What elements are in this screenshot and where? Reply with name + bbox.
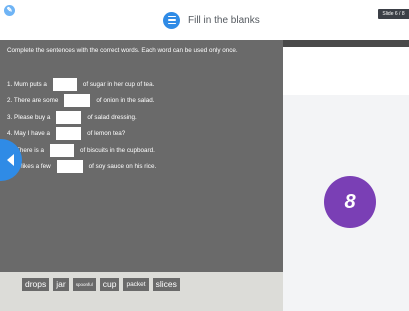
blank-input-2[interactable]: [64, 94, 91, 108]
sentence-after: of onion in the salad.: [96, 97, 155, 105]
sentence-4: 4. May I have a of lemon tea?: [7, 126, 156, 143]
instruction-text: Complete the sentences with the correct …: [7, 47, 238, 54]
word-chip-packet[interactable]: packet: [123, 278, 149, 291]
right-dark-strip: [283, 40, 409, 47]
slide-number-badge: 8: [324, 176, 376, 228]
blank-input-5[interactable]: [50, 143, 74, 157]
sentence-1: 1. Mum puts a of sugar in her cup of tea…: [7, 76, 156, 93]
word-chip-drops[interactable]: drops: [22, 278, 50, 291]
triangle-left-icon: [6, 154, 14, 166]
page-title: Fill in the blanks: [188, 14, 260, 26]
word-chip-cup[interactable]: cup: [99, 278, 120, 291]
blank-input-4[interactable]: [56, 127, 82, 141]
logo-icon[interactable]: ✎: [4, 5, 15, 16]
word-chip-slices[interactable]: slices: [152, 278, 180, 291]
blank-input-3[interactable]: [56, 110, 82, 124]
sentence-after: of salad dressing.: [87, 113, 137, 121]
sentence-5: There is a of biscuits in the cupboard.: [7, 142, 156, 159]
word-chip-spoonful[interactable]: spoonful: [72, 278, 96, 291]
sentence-before: 2. There are some: [7, 97, 59, 105]
sentence-before: 1. Mum puts a: [7, 80, 47, 88]
sentence-2: 2. There are some of onion in the salad.: [7, 93, 156, 110]
sentence-3: 3. Please buy a of salad dressing.: [7, 109, 156, 126]
sentence-6: d likes a few of soy sauce on his rice.: [7, 159, 156, 176]
sentence-before: 3. Please buy a: [7, 113, 51, 121]
sentence-after: of soy sauce on his rice.: [88, 163, 157, 171]
header-title-group: Fill in the blanks: [163, 11, 260, 29]
top-bar: ✎ Fill in the blanks Slide 6 / 8: [0, 0, 409, 41]
sentence-after: of biscuits in the cupboard.: [80, 146, 155, 154]
word-chip-jar[interactable]: jar: [53, 278, 69, 291]
sentence-list: 1. Mum puts a of sugar in her cup of tea…: [7, 76, 156, 175]
slide-indicator: Slide 6 / 8: [378, 9, 409, 19]
blank-input-1[interactable]: [52, 77, 77, 91]
exercise-panel: Complete the sentences with the correct …: [0, 40, 283, 272]
sentence-after: of lemon tea?: [87, 130, 126, 138]
list-icon: [163, 11, 180, 29]
sentence-after: of sugar in her cup of tea.: [82, 80, 155, 88]
sentence-before: 4. May I have a: [7, 130, 51, 138]
blank-input-6[interactable]: [56, 160, 83, 174]
word-bank: drops jar spoonful cup packet slices: [0, 272, 283, 311]
right-white-area: [283, 47, 409, 95]
